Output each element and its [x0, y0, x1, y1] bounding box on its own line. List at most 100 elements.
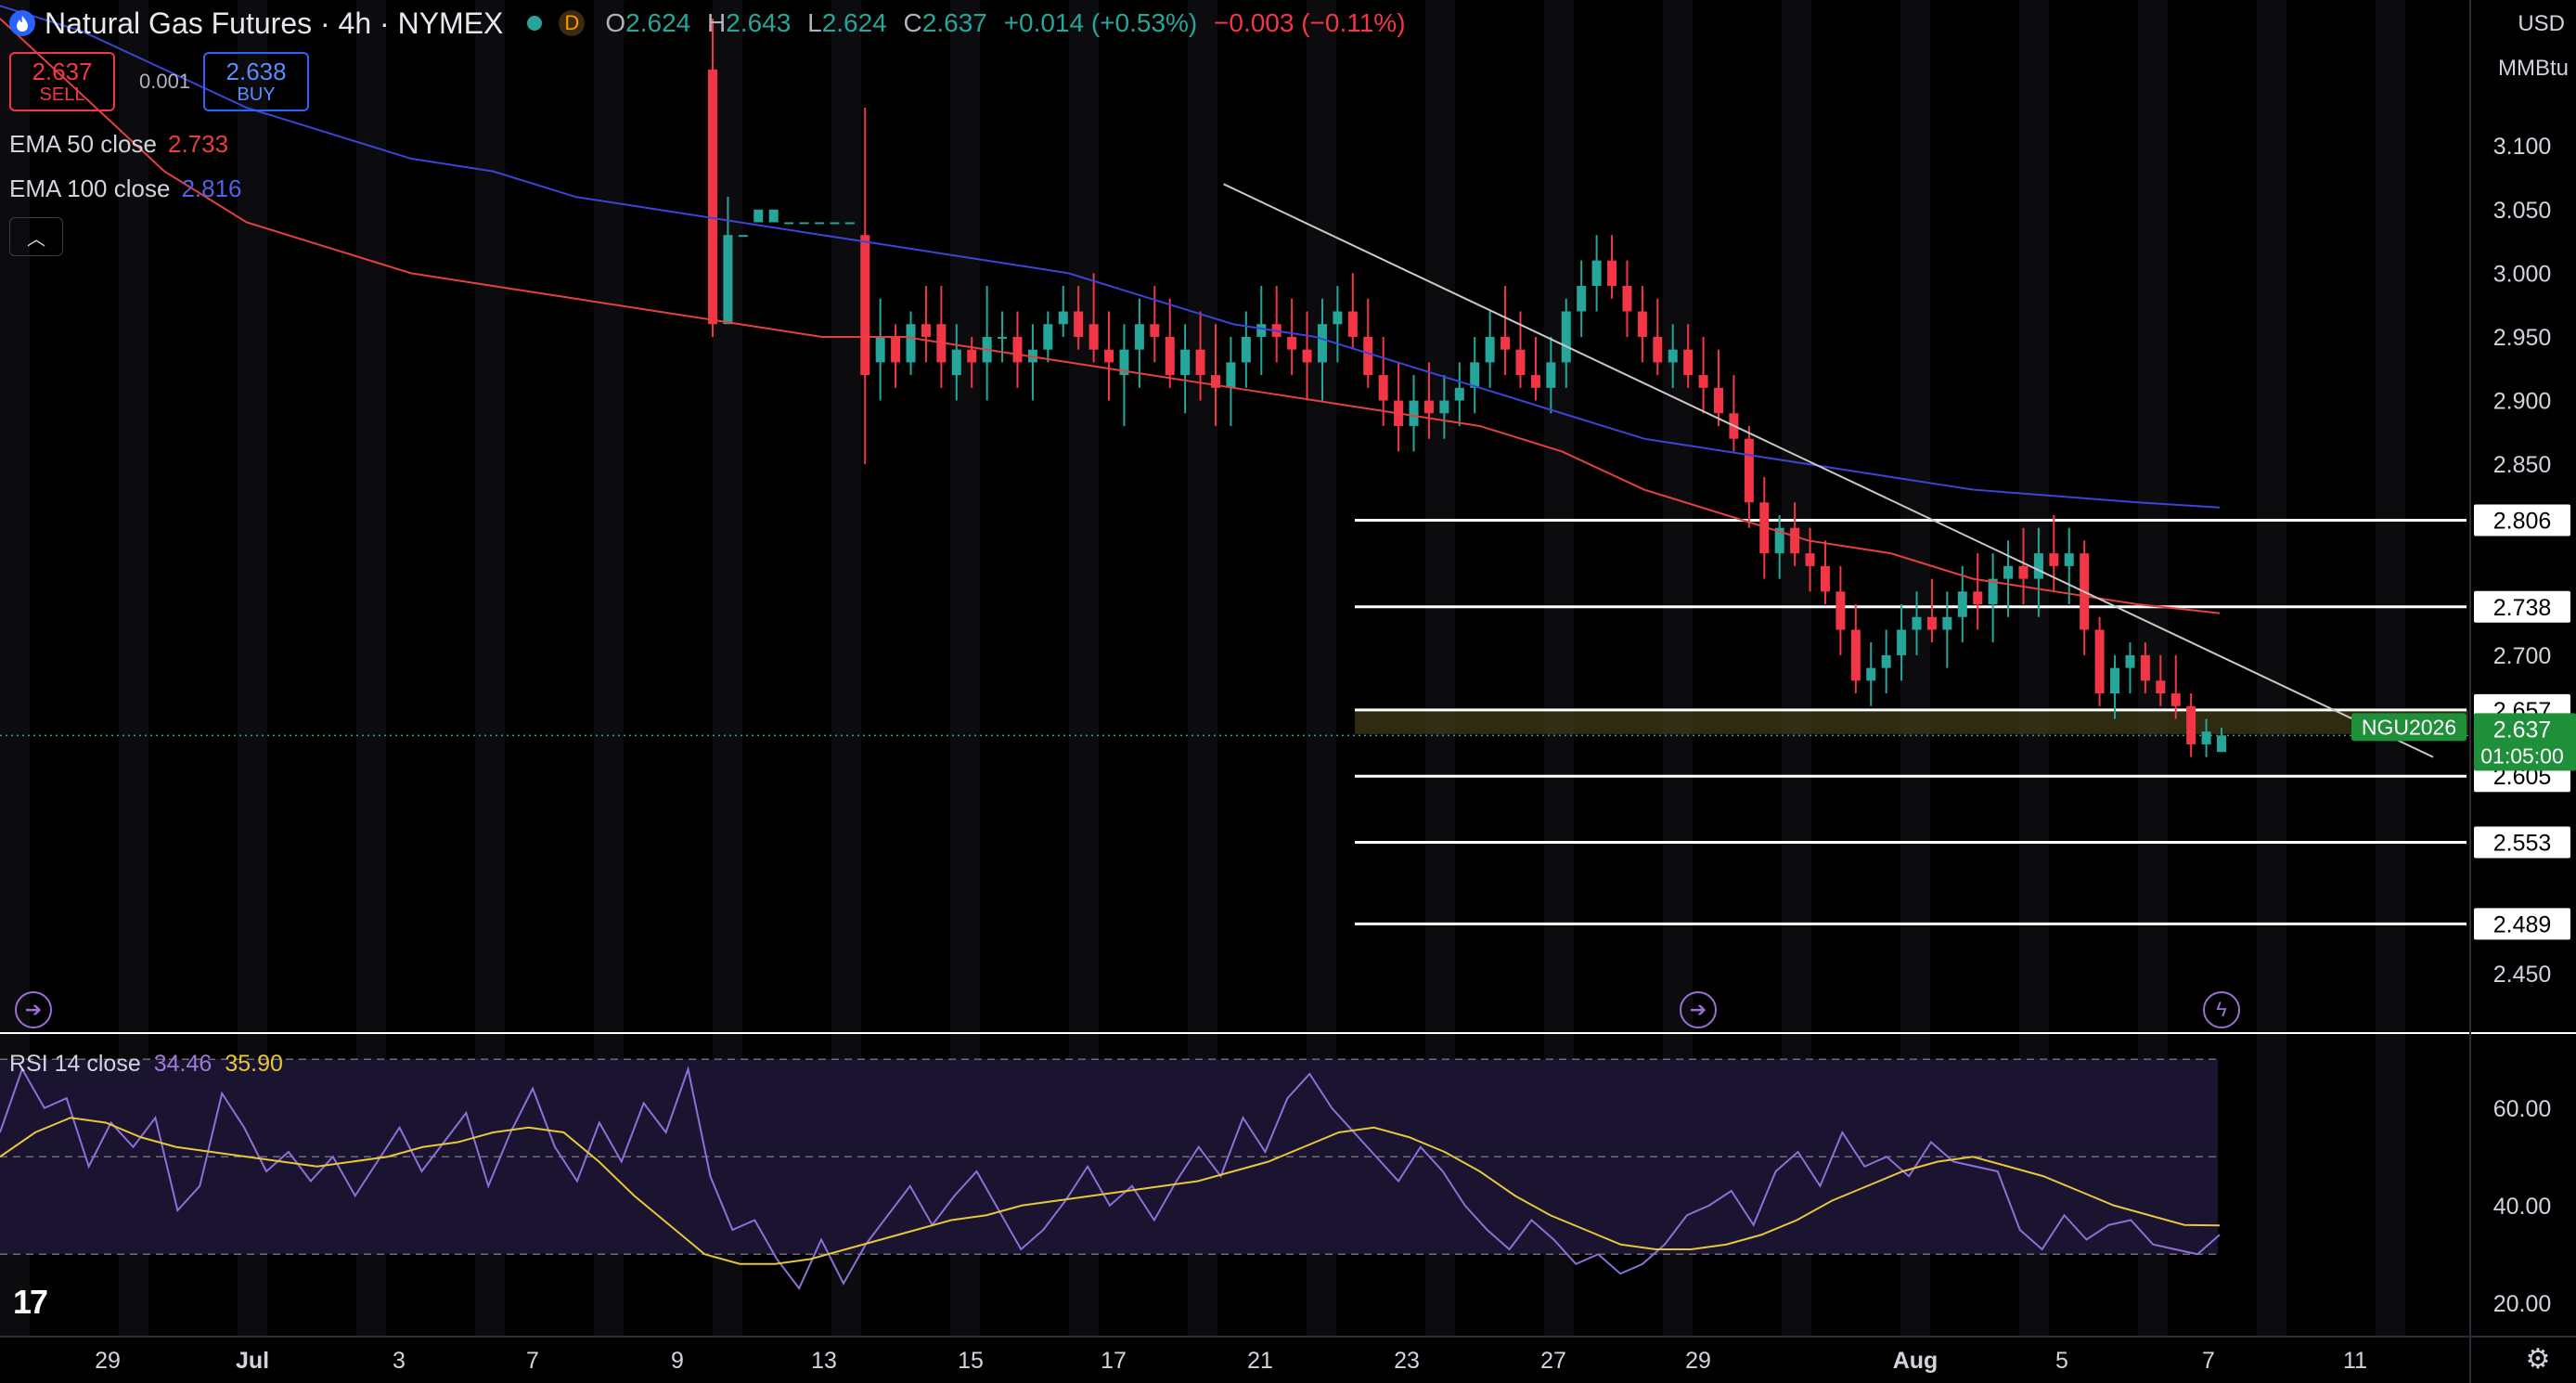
candle-body	[2049, 553, 2059, 566]
candle-body	[1165, 336, 1175, 376]
time-tick-label: Aug	[1893, 1348, 1938, 1374]
candle-body	[1195, 349, 1205, 376]
candle-body	[1744, 438, 1754, 503]
candle-body	[1378, 375, 1388, 401]
candle-body	[1317, 324, 1327, 363]
flame-icon	[9, 10, 35, 36]
rsi-tick-label: 20.00	[2493, 1291, 2552, 1317]
candle-body	[1926, 616, 1937, 630]
price-tick-label: 2.450	[2493, 962, 2552, 988]
trade-panel: 2.637 SELL 0.001 2.638 BUY	[9, 52, 310, 111]
candle-body	[1470, 362, 1480, 388]
candle-body	[1226, 362, 1236, 388]
price-tick-label: 3.000	[2493, 261, 2552, 287]
time-tick-label: 3	[393, 1348, 406, 1374]
countdown-label: 01:05:00	[2480, 743, 2564, 768]
candle-body	[891, 336, 901, 363]
candle-body	[1012, 336, 1023, 363]
events-icon[interactable]: ➔	[15, 991, 52, 1028]
candle-body	[951, 349, 961, 376]
candle-body	[1241, 336, 1251, 363]
current-price-label: 2.637	[2493, 717, 2552, 743]
candle-body	[1302, 349, 1312, 363]
tradingview-logo[interactable]: 17	[13, 1283, 48, 1322]
ema100-legend[interactable]: EMA 100 close 2.816	[9, 174, 242, 203]
symbol-title[interactable]: Natural Gas Futures · 4h · NYMEX	[45, 6, 503, 41]
candle-body	[1363, 336, 1373, 376]
time-tick-label: 7	[2202, 1348, 2215, 1374]
candle-body	[1714, 387, 1723, 414]
candle-body	[2217, 735, 2226, 753]
time-tick-label: 15	[958, 1348, 984, 1374]
candle-body	[768, 209, 779, 223]
candle-body	[2170, 693, 2181, 706]
spread-value: 0.001	[139, 70, 191, 93]
ema100-line	[0, 5, 2221, 509]
ema50-legend[interactable]: EMA 50 close 2.733	[9, 130, 228, 159]
level-label: 2.489	[2493, 911, 2552, 937]
level-label: 2.553	[2493, 831, 2552, 857]
buy-button[interactable]: 2.638 BUY	[203, 52, 310, 111]
change-value: +0.014 (+0.53%)	[1003, 8, 1198, 37]
candle-body	[1333, 311, 1343, 325]
candle-body	[1683, 349, 1694, 376]
candle-body	[1607, 260, 1617, 287]
candle-body	[2156, 680, 2166, 694]
candle-body	[2018, 565, 2029, 579]
candle-body	[1058, 311, 1068, 325]
candle-body	[2110, 667, 2120, 694]
candle-body	[1043, 324, 1053, 350]
candle-body	[906, 324, 916, 363]
price-chart[interactable]: 3.100 3.050 3.000 2.950 2.900 2.850 2.700 2.450…	[0, 0, 2576, 1383]
collapse-legend-button[interactable]: ︿	[9, 217, 63, 256]
candle-body	[1957, 591, 1967, 617]
time-tick-label: 29	[95, 1348, 121, 1374]
candle-body	[2186, 705, 2196, 744]
gear-icon[interactable]: ⚙	[2524, 1346, 2552, 1374]
time-tick-label: 5	[2055, 1348, 2068, 1374]
candle-body	[1485, 336, 1495, 363]
candle-body	[1530, 375, 1540, 388]
time-tick-label: 23	[1394, 1348, 1420, 1374]
candle-body	[875, 336, 885, 363]
time-tick-label: 13	[811, 1348, 837, 1374]
candle-body	[1180, 349, 1191, 376]
unit-label[interactable]: MMBtu	[2498, 56, 2569, 82]
chevron-up-icon: ︿	[27, 228, 45, 250]
delayed-badge[interactable]: D	[559, 10, 586, 36]
candle-body	[1850, 629, 1861, 681]
candle-body	[1942, 616, 1952, 630]
candle-body	[1790, 527, 1800, 554]
candle-body	[860, 235, 870, 376]
time-tick-label: 7	[526, 1348, 539, 1374]
currency-label[interactable]: USD	[2518, 11, 2565, 37]
price-tick-label: 3.100	[2493, 134, 2552, 160]
candle-body	[1881, 654, 1891, 668]
candle-body	[1546, 362, 1556, 388]
price-tick-label: 2.850	[2493, 452, 2552, 478]
candle-body	[2094, 629, 2105, 694]
change-value-2: −0.003 (−0.11%)	[1214, 8, 1406, 37]
rsi-tick-label: 60.00	[2493, 1096, 2552, 1122]
candle-body	[1150, 324, 1160, 337]
candles	[708, 19, 2226, 757]
flash-icon[interactable]: ϟ	[2203, 991, 2240, 1028]
candle-body	[1347, 311, 1358, 337]
market-open-icon	[527, 16, 543, 31]
candle-body	[1835, 591, 1846, 630]
events-icon-2[interactable]: ➔	[1680, 991, 1717, 1028]
candle-body	[1409, 400, 1419, 426]
price-tick-label: 3.050	[2493, 198, 2552, 224]
session-stripe	[2376, 0, 2405, 1337]
rsi-legend[interactable]: RSI 14 close 34.46 35.90	[9, 1051, 283, 1078]
candle-body	[2064, 553, 2074, 566]
candle-body	[1622, 286, 1632, 312]
candle-body	[1698, 375, 1708, 388]
candle-body	[1897, 629, 1907, 655]
candle-body	[1912, 616, 1922, 630]
time-tick-label: 9	[671, 1348, 684, 1374]
session-stripe	[2257, 0, 2286, 1337]
rsi-tick-label: 40.00	[2493, 1194, 2552, 1220]
sell-button[interactable]: 2.637 SELL	[9, 52, 115, 111]
header-bar: Natural Gas Futures · 4h · NYMEX D O2.62…	[0, 0, 1406, 46]
